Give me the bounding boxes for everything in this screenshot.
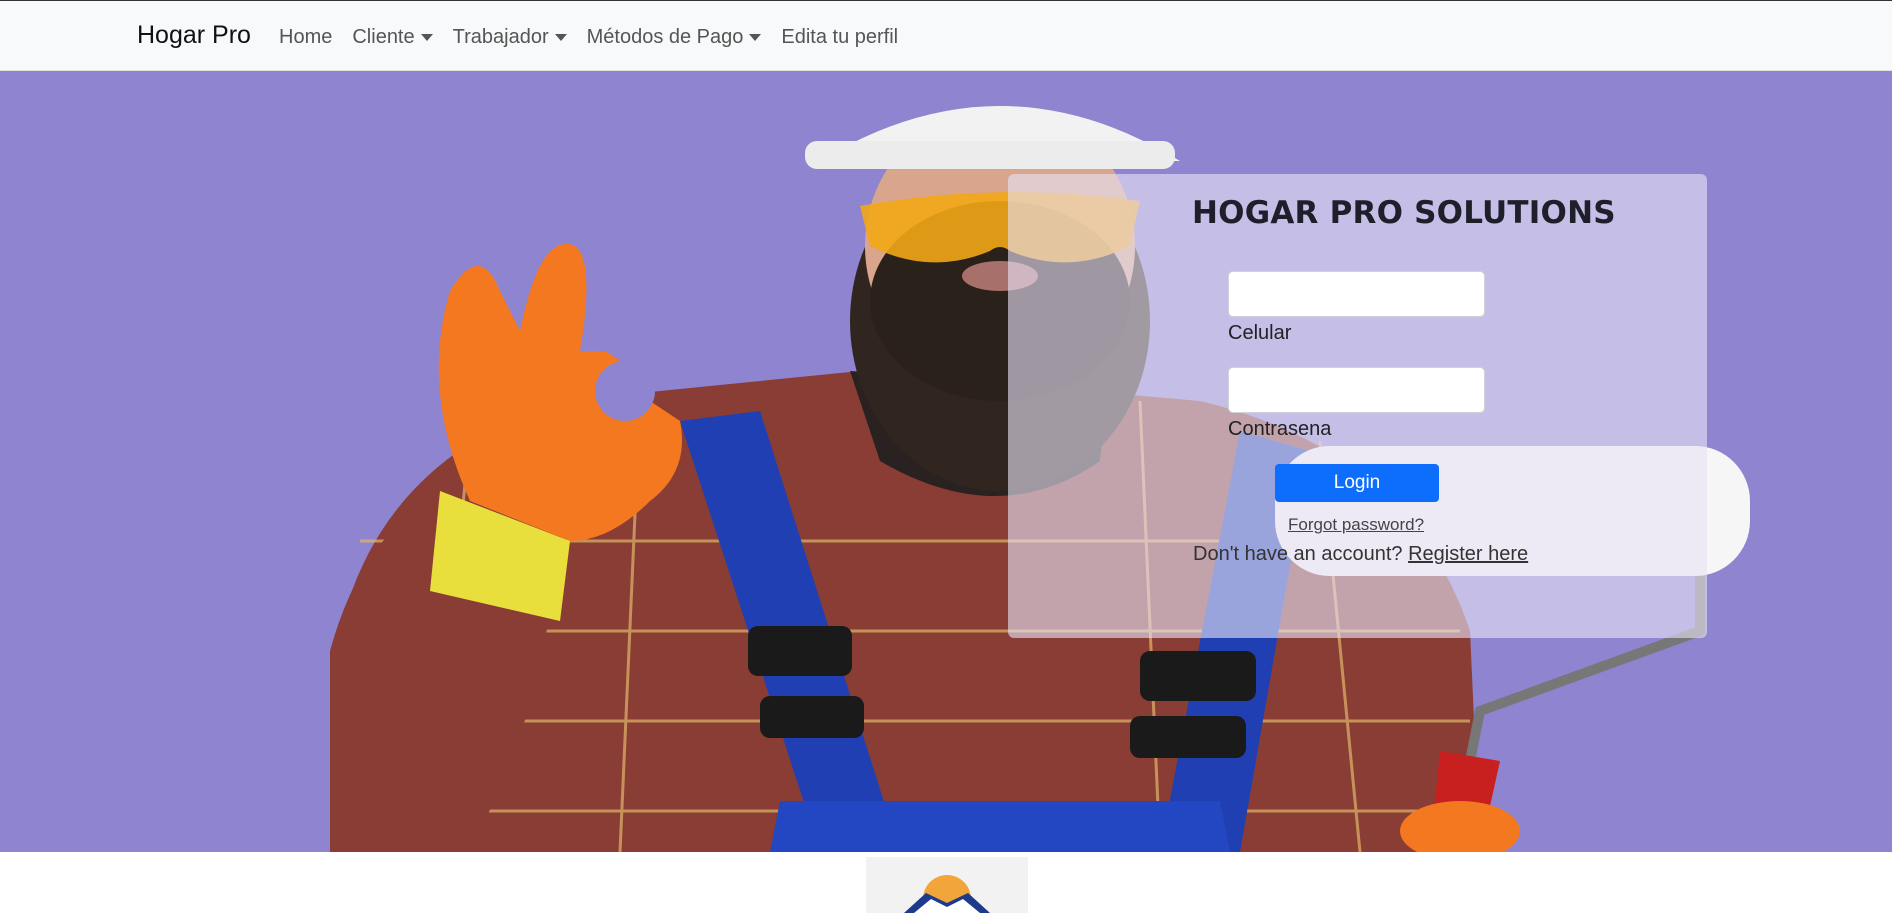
nav-metodos-pago-dropdown[interactable]: Métodos de Pago <box>587 26 762 49</box>
footer-logo <box>866 857 1028 918</box>
nav-metodos-pago-label: Métodos de Pago <box>586 26 744 48</box>
nav-cliente-label: Cliente <box>352 26 415 48</box>
forgot-password-link[interactable]: Forgot password? <box>1288 515 1424 535</box>
nav-cliente-dropdown[interactable]: Cliente <box>352 26 433 49</box>
login-title: HOGAR PRO SOLUTIONS <box>1192 195 1616 231</box>
chevron-down-icon <box>554 34 567 41</box>
password-label: Contrasena <box>1228 418 1332 440</box>
phone-input[interactable] <box>1228 271 1485 317</box>
nav-home-label: Home <box>279 26 333 48</box>
nav-edit-profile-label: Edita tu perfil <box>781 26 899 48</box>
register-prompt-text: Don't have an account? <box>1193 543 1403 565</box>
nav-home[interactable]: Home <box>279 26 332 49</box>
login-button[interactable]: Login <box>1275 464 1439 502</box>
register-link[interactable]: Register here <box>1408 543 1528 565</box>
chevron-down-icon <box>749 34 762 41</box>
register-prompt-row: Don't have an account? Register here <box>1193 543 1528 566</box>
nav-trabajador-dropdown[interactable]: Trabajador <box>453 26 567 49</box>
nav-trabajador-label: Trabajador <box>452 26 549 48</box>
chevron-down-icon <box>420 34 433 41</box>
phone-label: Celular <box>1228 322 1292 344</box>
nav-edit-profile[interactable]: Edita tu perfil <box>781 26 898 49</box>
house-logo-icon <box>904 875 990 918</box>
nav-links: Home Cliente Trabajador Métodos de Pago … <box>279 26 898 49</box>
brand-link[interactable]: Hogar Pro <box>137 21 251 50</box>
navbar: Hogar Pro Home Cliente Trabajador Método… <box>0 0 1892 71</box>
password-input[interactable] <box>1228 367 1485 413</box>
